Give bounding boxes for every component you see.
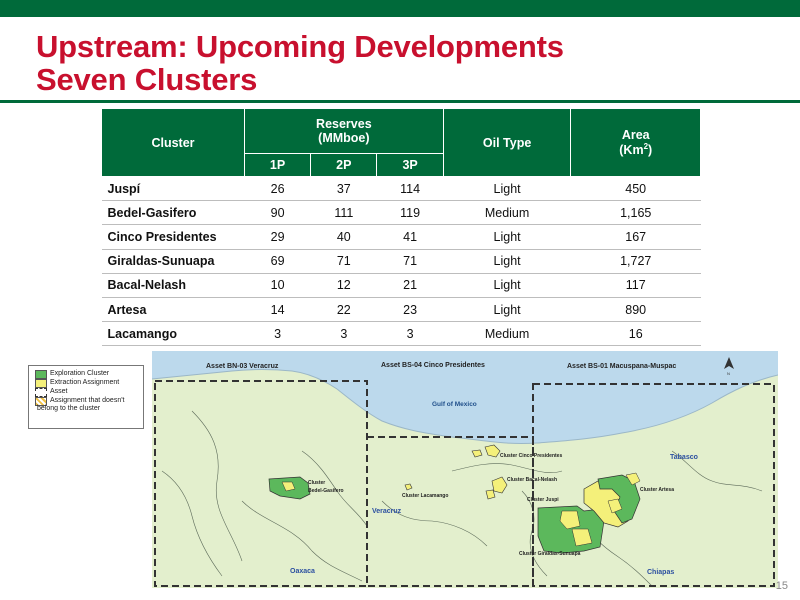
table-row: Juspí 26 37 114 Light 450	[101, 176, 701, 202]
header-area: Area (Km2)	[570, 108, 701, 177]
page-title: Upstream: Upcoming Developments Seven Cl…	[36, 30, 564, 96]
label-asset-bs01: Asset BS-01 Macuspana-Muspac	[567, 363, 676, 370]
header-oil-type: Oil Type	[442, 108, 572, 177]
label-oaxaca: Oaxaca	[290, 568, 315, 575]
label-bedel: Bedel-Gasifero	[308, 488, 344, 494]
label-bacal: Cluster Bacal-Nelash	[507, 477, 557, 483]
label-chiapas: Chiapas	[647, 569, 674, 576]
label-asset-bn03: Asset BN-03 Veracruz	[206, 363, 279, 370]
title-line-1: Upstream: Upcoming Developments	[36, 29, 564, 64]
table-row: Bedel-Gasifero 90 111 119 Medium 1,165	[101, 200, 701, 226]
title-rule	[0, 100, 800, 103]
table-row: Artesa 14 22 23 Light 890	[101, 297, 701, 323]
header-2p: 2P	[310, 153, 378, 177]
table-row: Bacal-Nelash 10 12 21 Light 117	[101, 273, 701, 298]
header-reserves: Reserves (MMboe)	[243, 108, 444, 154]
header-cluster: Cluster	[101, 108, 245, 177]
header-1p: 1P	[243, 153, 312, 177]
svg-text:N: N	[727, 371, 730, 376]
table-row: Lacamango 3 3 3 Medium 16	[101, 321, 701, 347]
label-veracruz: Veracruz	[372, 508, 402, 515]
header-3p: 3P	[376, 153, 444, 177]
legend-extraction: Extraction Assignment	[35, 379, 119, 388]
label-tabasco: Tabasco	[670, 454, 698, 461]
label-artesa: Cluster Artesa	[640, 487, 674, 493]
yellow-swatch-icon	[35, 379, 47, 388]
map-legend: Exploration Cluster Extraction Assignmen…	[28, 365, 144, 429]
label-cinco: Cluster Cinco Presidentes	[500, 453, 562, 459]
cluster-map: Asset BN-03 Veracruz Asset BS-04 Cinco P…	[152, 351, 778, 588]
label-lacamango: Cluster Lacamango	[402, 493, 448, 499]
title-line-2: Seven Clusters	[36, 62, 258, 97]
label-juspi: Cluster Juspi	[527, 497, 559, 503]
top-bar	[0, 0, 800, 17]
page-number: 15	[775, 580, 788, 592]
label-giraldas: Cluster Giraldas-Sunuapa	[519, 551, 581, 557]
legend-exploration: Exploration Cluster	[35, 370, 109, 379]
table-row: Cinco Presidentes 29 40 41 Light 167	[101, 224, 701, 250]
table-row: Giraldas-Sunuapa 69 71 71 Light 1,727	[101, 249, 701, 274]
label-gulf: Gulf of Mexico	[432, 401, 477, 408]
label-asset-bs04: Asset BS-04 Cinco Presidentes	[381, 362, 485, 369]
label-cluster-word: Cluster	[308, 480, 325, 486]
green-swatch-icon	[35, 370, 47, 379]
legend-asset: Asset	[35, 388, 68, 397]
reserves-table: Cluster Reserves (MMboe) Oil Type Area (…	[101, 108, 701, 347]
dashed-swatch-icon	[35, 388, 47, 397]
legend-not-belong: Assignment that doesn't belong to the cl…	[35, 397, 125, 412]
